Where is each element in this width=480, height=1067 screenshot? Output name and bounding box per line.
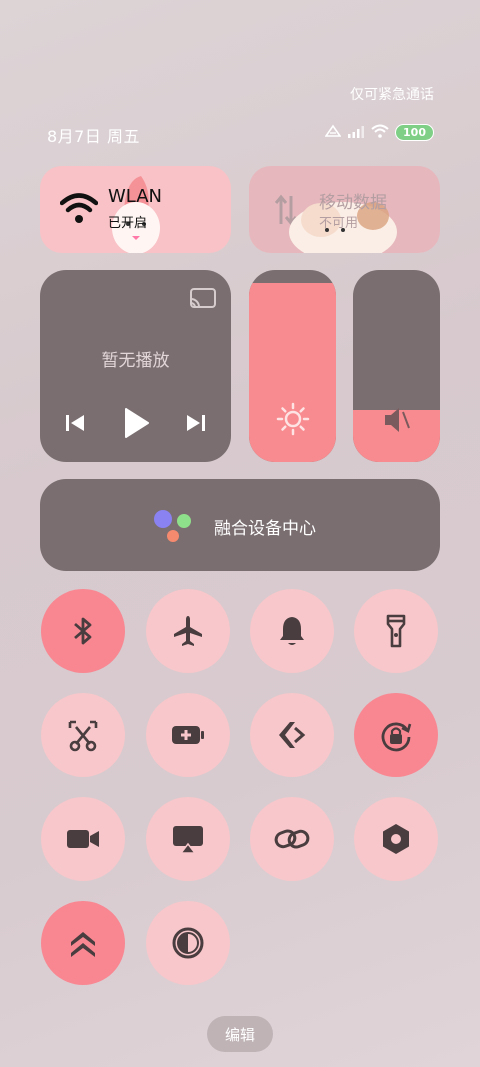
volume-slider[interactable] [353, 270, 440, 462]
mobile-data-status: 不可用 [319, 216, 359, 231]
airplane-icon [169, 612, 207, 650]
airplane-toggle[interactable] [146, 589, 230, 673]
chevrons-up-icon [64, 924, 102, 962]
date-text: 8月7日 周五 [47, 127, 140, 146]
sun-icon [276, 402, 310, 440]
bluetooth-icon [64, 612, 102, 650]
nearby-share-toggle[interactable] [250, 693, 334, 777]
scissors-icon [64, 716, 102, 754]
rotation-lock-icon [377, 716, 415, 754]
rotation-lock-toggle[interactable] [354, 693, 438, 777]
wifi-icon [59, 192, 99, 228]
battery-saver-toggle[interactable] [146, 693, 230, 777]
signal-icon [347, 123, 365, 142]
bell-toggle[interactable] [250, 589, 334, 673]
link-toggle[interactable] [250, 797, 334, 881]
contrast-icon [169, 924, 207, 962]
bluetooth-toggle[interactable] [41, 589, 125, 673]
flashlight-icon [377, 612, 415, 650]
screenshot-toggle[interactable] [41, 693, 125, 777]
next-track-icon[interactable] [185, 412, 207, 438]
media-card: 暂无播放 [40, 270, 231, 462]
wlan-tile[interactable]: WLAN 已开启 [40, 166, 231, 253]
screen-cast-toggle[interactable] [146, 797, 230, 881]
edit-button[interactable]: 编辑 [207, 1016, 273, 1052]
performance-toggle[interactable] [41, 901, 125, 985]
nfc-icon [324, 123, 342, 142]
fusion-label: 融合设备中心 [214, 519, 316, 539]
flashlight-toggle[interactable] [354, 589, 438, 673]
wlan-status: 已开启 [108, 216, 148, 231]
cast-screen-icon [169, 820, 207, 858]
screen-record-toggle[interactable] [41, 797, 125, 881]
previous-track-icon[interactable] [64, 412, 86, 438]
wlan-title: WLAN [108, 186, 163, 207]
brightness-slider[interactable] [249, 270, 336, 462]
wifi-status-icon [371, 123, 389, 142]
mobile-data-title: 移动数据 [319, 193, 387, 213]
status-icons: 100 [324, 123, 434, 142]
volume-muted-icon [382, 406, 412, 438]
play-icon[interactable] [122, 406, 152, 444]
link-icon [273, 820, 311, 858]
emergency-calls-text: 仅可紧急通话 [350, 87, 434, 103]
bell-icon [273, 612, 311, 650]
fusion-dots-icon [152, 509, 194, 549]
fusion-device-center[interactable]: 融合设备中心 [40, 479, 440, 571]
media-status: 暂无播放 [101, 351, 170, 371]
hexagon-settings-icon [377, 820, 415, 858]
settings-toggle[interactable] [354, 797, 438, 881]
video-camera-icon [64, 820, 102, 858]
battery-plus-icon [169, 716, 207, 754]
share-arrow-icon [273, 716, 311, 754]
dark-mode-toggle[interactable] [146, 901, 230, 985]
mobile-data-tile[interactable]: 移动数据 不可用 [249, 166, 440, 253]
battery-badge: 100 [395, 124, 434, 141]
cast-icon[interactable] [189, 287, 217, 313]
